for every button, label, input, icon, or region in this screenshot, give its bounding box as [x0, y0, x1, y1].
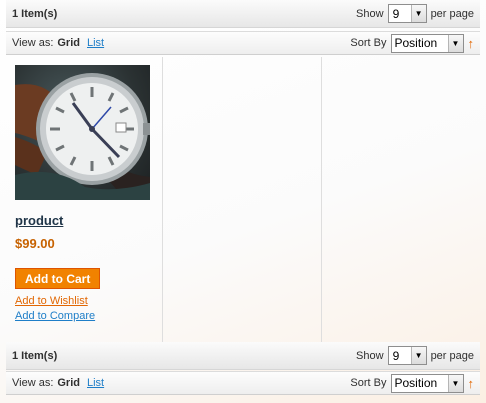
sort-direction-icon[interactable]: ↑	[468, 36, 475, 51]
chevron-down-icon[interactable]: ▼	[410, 5, 426, 22]
add-to-cart-button[interactable]: Add to Cart	[15, 268, 101, 289]
view-mode: View as: Grid List	[12, 377, 104, 389]
view-as-label: View as:	[12, 37, 54, 49]
limiter: Show 9 ▼ per page	[356, 346, 474, 365]
chevron-down-icon[interactable]: ▼	[447, 34, 463, 52]
grid-mode-label: Grid	[57, 377, 80, 389]
sort-by: Sort By Position ▼ ↑	[350, 373, 475, 393]
empty-grid-cell	[163, 57, 322, 342]
item-count: 1 Item(s)	[12, 349, 58, 362]
product-item: product $99.00 Add to Cart Add to Wishli…	[6, 57, 163, 342]
view-mode: View as: Grid List	[12, 37, 104, 49]
wristwatch-icon	[15, 73, 150, 200]
item-count: 1 Item(s)	[12, 7, 58, 20]
sort-select[interactable]: Position ▼	[390, 33, 464, 53]
sort-by: Sort By Position ▼ ↑	[350, 33, 475, 53]
limit-select[interactable]: 9 ▼	[387, 346, 427, 365]
wristwatch-image[interactable]	[15, 65, 150, 200]
product-name-link[interactable]: product	[15, 213, 162, 228]
sort-by-label: Sort By	[350, 37, 387, 49]
chevron-down-icon[interactable]: ▼	[447, 374, 463, 392]
list-mode-link[interactable]: List	[87, 37, 104, 49]
limit-value: 9	[392, 6, 400, 21]
add-to-compare-link[interactable]: Add to Compare	[15, 310, 162, 322]
view-as-label: View as:	[12, 377, 54, 389]
bottom-sorter: View as: Grid List Sort By Position ▼ ↑	[6, 371, 480, 395]
sort-direction-icon[interactable]: ↑	[468, 376, 475, 391]
products-grid: product $99.00 Add to Cart Add to Wishli…	[6, 57, 480, 342]
list-mode-link[interactable]: List	[87, 377, 104, 389]
limit-select[interactable]: 9 ▼	[387, 4, 427, 23]
bottom-pager: 1 Item(s) Show 9 ▼ per page	[6, 342, 480, 370]
per-page-label: per page	[430, 7, 474, 20]
show-label: Show	[356, 7, 384, 20]
sort-value: Position	[394, 36, 438, 50]
sort-by-label: Sort By	[350, 377, 387, 389]
show-label: Show	[356, 349, 384, 362]
product-price: $99.00	[15, 236, 55, 251]
chevron-down-icon[interactable]: ▼	[410, 347, 426, 364]
limiter: Show 9 ▼ per page	[356, 4, 474, 23]
per-page-label: per page	[430, 349, 474, 362]
grid-mode-label: Grid	[57, 37, 80, 49]
top-pager: 1 Item(s) Show 9 ▼ per page	[6, 0, 480, 28]
top-sorter: View as: Grid List Sort By Position ▼ ↑	[6, 31, 480, 55]
add-to-wishlist-link[interactable]: Add to Wishlist	[15, 295, 162, 307]
empty-grid-cell	[322, 57, 480, 342]
sort-value: Position	[394, 376, 438, 390]
limit-value: 9	[392, 348, 400, 363]
sort-select[interactable]: Position ▼	[390, 373, 464, 393]
